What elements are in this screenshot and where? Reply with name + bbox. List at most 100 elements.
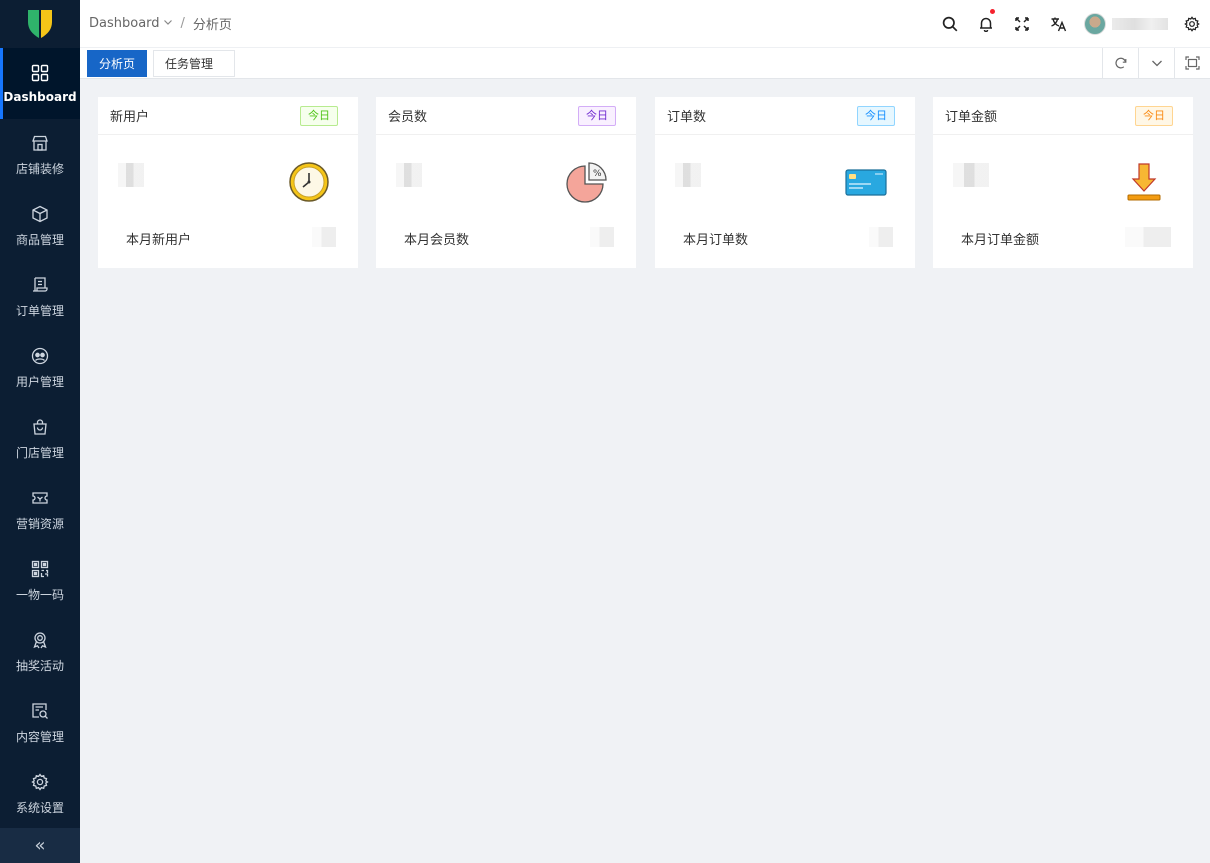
page-tabs-bar: 分析页 任务管理: [80, 47, 1210, 79]
header-actions: [932, 0, 1210, 48]
tab-task-management[interactable]: 任务管理: [153, 49, 236, 77]
app-logo[interactable]: [0, 0, 80, 48]
stat-value-redacted: [675, 163, 701, 187]
card-title: 订单数: [667, 110, 707, 125]
card-body: 本月新用户: [98, 135, 358, 268]
logo-shield-icon: [28, 10, 52, 38]
stat-value-redacted: [953, 163, 989, 187]
sidebar-item-label: 一物一码: [15, 587, 64, 602]
translate-icon[interactable]: [1040, 0, 1076, 48]
sidebar-item-orders[interactable]: 订单管理: [0, 261, 80, 332]
card-body: 本月订单数: [655, 135, 915, 268]
stat-value-redacted: [118, 163, 144, 187]
sidebar-item-label: 店铺装修: [15, 161, 64, 176]
breadcrumb-separator: /: [180, 16, 185, 31]
today-badge: 今日: [578, 105, 616, 126]
sidebar-collapse-button[interactable]: «: [0, 828, 80, 863]
today-badge: 今日: [1135, 105, 1173, 126]
card-body: 本月订单金额: [933, 135, 1193, 268]
today-badge: 今日: [300, 105, 338, 126]
sidebar-item-system-settings[interactable]: 系统设置: [0, 758, 80, 829]
dashboard-content: 新用户 今日 本月新用户 会员数 今日 % 本月会员数 订单数 今日 本月订单数…: [80, 80, 1210, 863]
tab-actions: [1102, 47, 1210, 79]
shop-icon: [30, 133, 50, 153]
credit-card-icon: [845, 169, 887, 196]
sidebar-item-label: 内容管理: [15, 729, 64, 744]
card-title: 会员数: [388, 110, 428, 125]
today-badge: 今日: [857, 105, 895, 126]
tab-dropdown-icon[interactable]: [1138, 47, 1174, 79]
breadcrumb: Dashboard / 分析页: [89, 14, 232, 33]
ticket-icon: [30, 488, 50, 508]
bell-icon[interactable]: [968, 0, 1004, 48]
award-icon: [30, 630, 50, 650]
avatar: [1084, 12, 1106, 35]
card-header: 订单数 今日: [655, 97, 915, 135]
breadcrumb-root[interactable]: Dashboard: [89, 16, 160, 31]
fullscreen-icon[interactable]: [1004, 0, 1040, 48]
sidebar-nav: Dashboard 店铺装修 商品管理 订单管理 用户管理 门店管理 营销资源 …: [0, 48, 80, 829]
svg-text:%: %: [593, 169, 602, 179]
clock-icon: [289, 162, 329, 202]
card-footer-label: 本月会员数: [404, 233, 470, 248]
stat-card-order-amount: 订单金额 今日 本月订单金额: [933, 97, 1193, 268]
chevron-down-icon[interactable]: [163, 17, 173, 30]
card-footer-label: 本月新用户: [126, 233, 192, 248]
stat-card-orders: 订单数 今日 本月订单数: [655, 97, 915, 268]
sidebar-item-content[interactable]: 内容管理: [0, 687, 80, 758]
footer-value-redacted: [590, 227, 614, 247]
gear-icon: [30, 772, 50, 792]
card-header: 会员数 今日: [376, 97, 636, 135]
sidebar-item-users[interactable]: 用户管理: [0, 332, 80, 403]
refresh-icon[interactable]: [1102, 47, 1138, 79]
card-footer-label: 本月订单金额: [961, 233, 1040, 248]
receipt-icon: [30, 275, 50, 295]
qrcode-icon: [30, 559, 50, 579]
cube-icon: [30, 204, 50, 224]
users-icon: [30, 346, 50, 366]
stat-card-new-users: 新用户 今日 本月新用户: [98, 97, 358, 268]
card-header: 新用户 今日: [98, 97, 358, 135]
card-footer-label: 本月订单数: [683, 233, 749, 248]
grid-icon: [30, 63, 50, 83]
sidebar-item-label: Dashboard: [3, 90, 77, 104]
search-icon[interactable]: [932, 0, 968, 48]
footer-value-redacted: [869, 227, 893, 247]
stat-value-redacted: [396, 163, 422, 187]
sidebar-item-products[interactable]: 商品管理: [0, 190, 80, 261]
double-chevron-left-icon: «: [34, 835, 46, 856]
sidebar-item-label: 用户管理: [15, 374, 64, 389]
sidebar-item-label: 抽奖活动: [15, 658, 64, 673]
sidebar-item-marketing[interactable]: 营销资源: [0, 474, 80, 545]
card-title: 新用户: [110, 110, 150, 125]
tab-analysis[interactable]: 分析页: [87, 49, 148, 77]
sidebar-item-label: 系统设置: [15, 800, 64, 815]
sidebar-item-label: 营销资源: [15, 516, 64, 531]
sidebar-item-label: 门店管理: [15, 445, 64, 460]
card-header: 订单金额 今日: [933, 97, 1193, 135]
pie-chart-icon: %: [566, 162, 607, 203]
username-redacted: [1112, 17, 1168, 30]
maximize-content-icon[interactable]: [1174, 47, 1210, 79]
sidebar-item-label: 订单管理: [15, 303, 64, 318]
user-menu[interactable]: [1084, 12, 1168, 35]
breadcrumb-current: 分析页: [192, 18, 232, 33]
footer-value-redacted: [1125, 227, 1171, 247]
sidebar-item-label: 商品管理: [15, 232, 64, 247]
sidebar-item-lottery[interactable]: 抽奖活动: [0, 616, 80, 687]
card-body: % 本月会员数: [376, 135, 636, 268]
top-header: Dashboard / 分析页: [80, 0, 1210, 48]
card-title: 订单金额: [945, 110, 998, 125]
settings-icon[interactable]: [1174, 0, 1210, 48]
sidebar-item-dashboard[interactable]: Dashboard: [0, 48, 80, 119]
bag-icon: [30, 417, 50, 437]
sidebar-item-stores[interactable]: 门店管理: [0, 403, 80, 474]
stat-card-members: 会员数 今日 % 本月会员数: [376, 97, 636, 268]
sidebar: Dashboard 店铺装修 商品管理 订单管理 用户管理 门店管理 营销资源 …: [0, 0, 80, 863]
footer-value-redacted: [312, 227, 336, 247]
content-search-icon: [30, 701, 50, 721]
sidebar-item-shop-decoration[interactable]: 店铺装修: [0, 119, 80, 190]
download-icon: [1127, 163, 1161, 201]
sidebar-item-qrcode[interactable]: 一物一码: [0, 545, 80, 616]
notification-dot: [990, 8, 995, 14]
